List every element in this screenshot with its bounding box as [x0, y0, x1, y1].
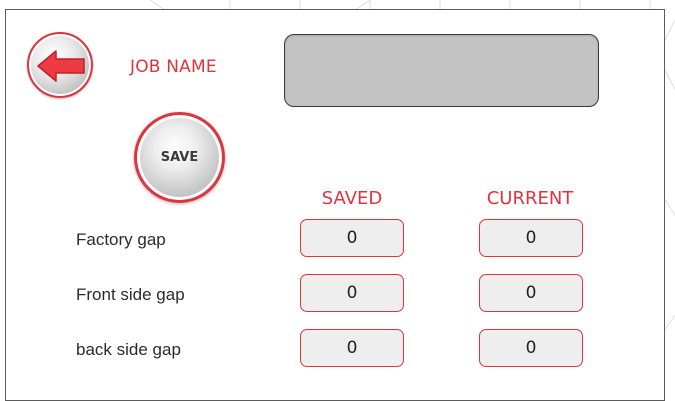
save-button-label: SAVE: [160, 150, 199, 165]
back-button[interactable]: [27, 32, 93, 98]
current-value-front-side-gap[interactable]: 0: [479, 274, 583, 312]
current-value-back-side-gap[interactable]: 0: [479, 329, 583, 367]
row-label-back-side-gap: back side gap: [76, 340, 181, 359]
job-name-input[interactable]: [284, 34, 599, 107]
current-value-factory-gap[interactable]: 0: [479, 219, 583, 257]
saved-value-front-side-gap[interactable]: 0: [300, 274, 404, 312]
saved-value-factory-gap[interactable]: 0: [300, 219, 404, 257]
saved-value-back-side-gap[interactable]: 0: [300, 329, 404, 367]
save-button[interactable]: SAVE: [134, 112, 225, 203]
column-header-current: CURRENT: [486, 188, 574, 209]
row-label-front-side-gap: Front side gap: [76, 285, 185, 304]
row-label-factory-gap: Factory gap: [76, 230, 166, 249]
job-name-label: JOB NAME: [130, 57, 217, 77]
column-header-saved: SAVED: [321, 188, 383, 209]
arrow-left-icon: [37, 50, 85, 82]
